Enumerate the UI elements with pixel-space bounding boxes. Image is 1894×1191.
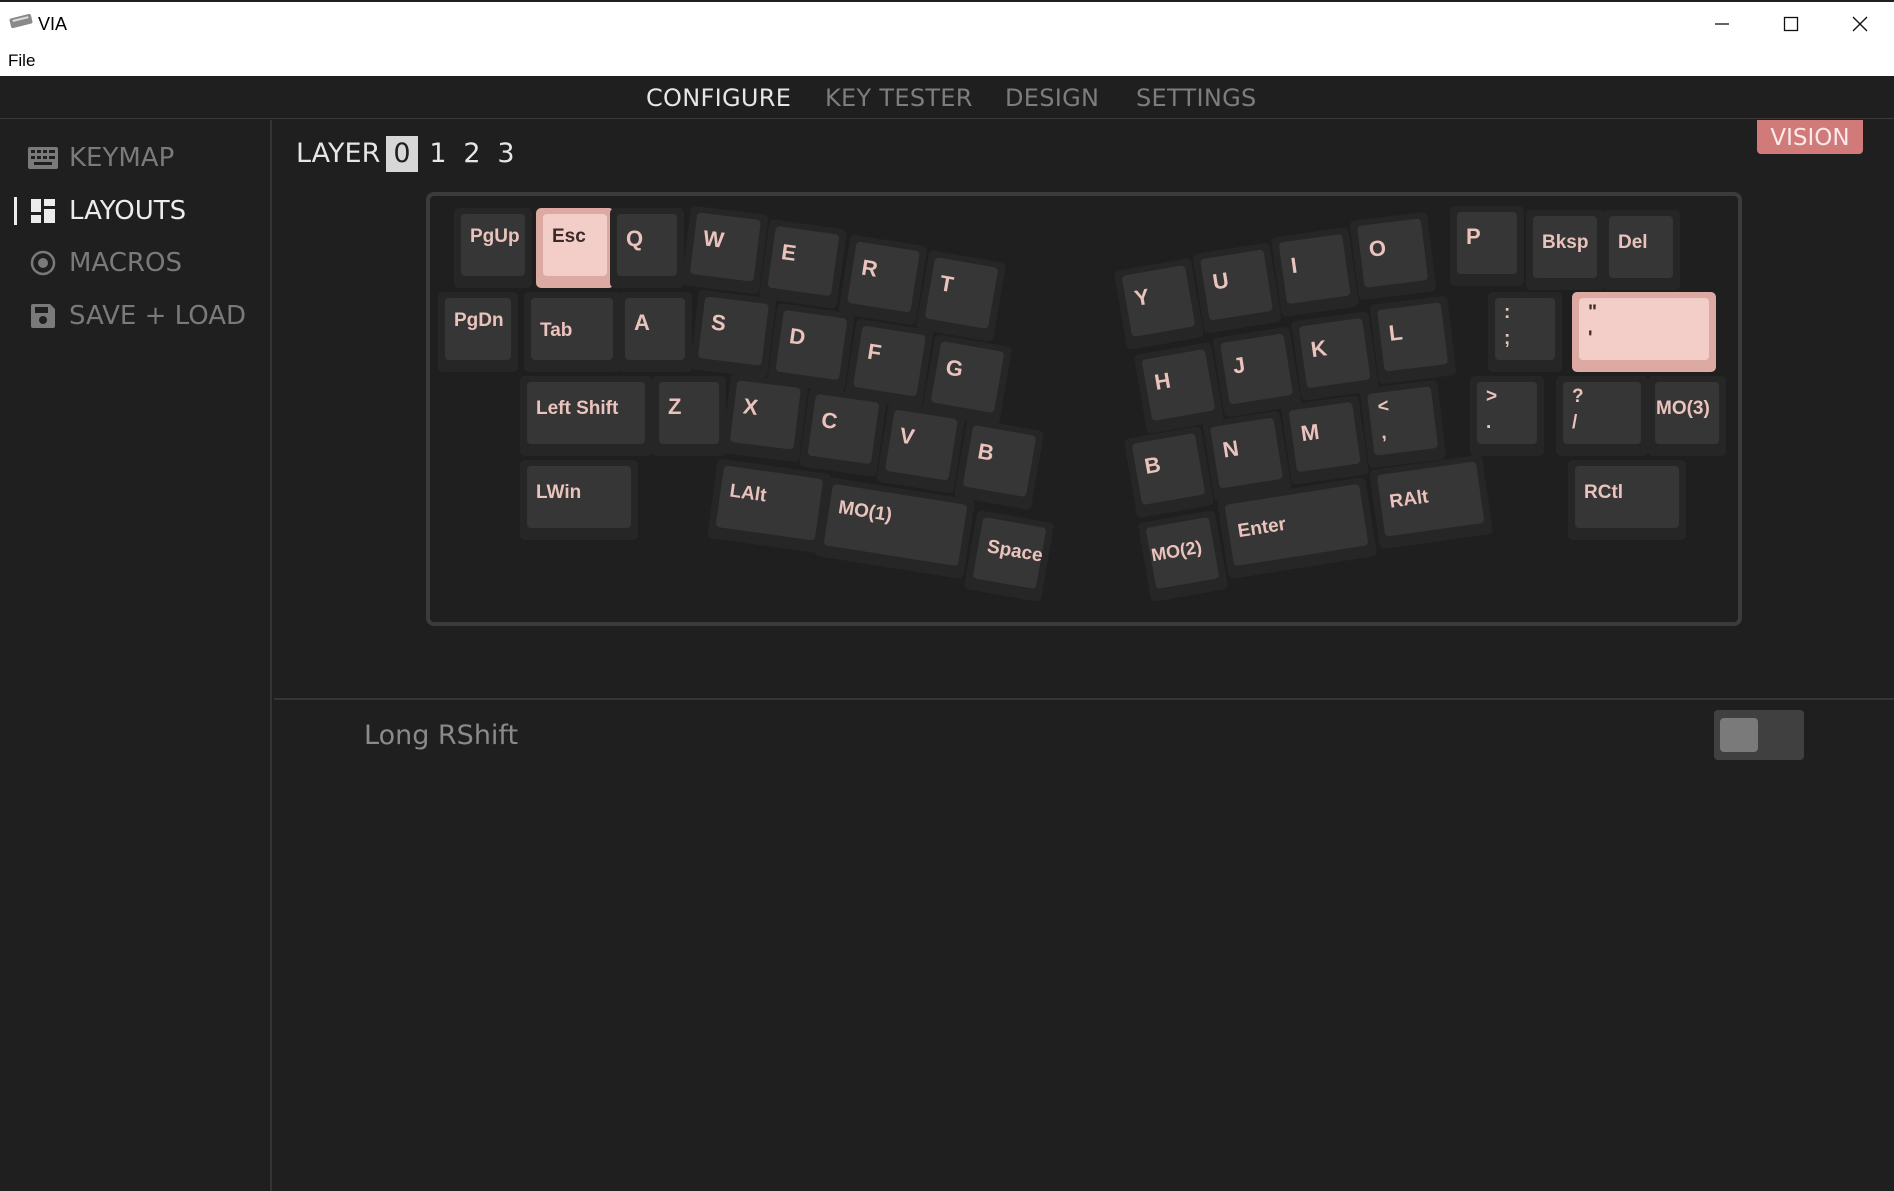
key-b-right[interactable]: B (1123, 425, 1215, 519)
top-nav: CONFIGURE KEY TESTER DESIGN SETTINGS (0, 76, 1894, 119)
key-pgdn[interactable]: PgDn (438, 292, 518, 372)
sidebar-item-layouts[interactable]: LAYOUTS (0, 189, 270, 233)
maximize-button[interactable] (1763, 2, 1819, 46)
key-n[interactable]: N (1202, 410, 1292, 502)
key-m[interactable]: M (1280, 394, 1370, 486)
key-c[interactable]: C (798, 386, 888, 478)
menu-file[interactable]: File (8, 51, 35, 71)
tab-key-tester[interactable]: KEY TESTER (825, 84, 973, 112)
key-q[interactable]: Q (610, 208, 684, 288)
key-b-left[interactable]: B (953, 417, 1045, 511)
layer-1-button[interactable]: 1 (422, 136, 454, 172)
record-icon (28, 248, 58, 278)
maximize-icon (1783, 16, 1799, 32)
key-e[interactable]: E (758, 218, 848, 310)
layer-2-button[interactable]: 2 (456, 136, 488, 172)
key-o[interactable]: O (1349, 211, 1437, 301)
key-space[interactable]: Space (963, 509, 1055, 603)
minimize-icon (1715, 23, 1729, 25)
minimize-button[interactable] (1694, 2, 1750, 46)
long-rshift-label: Long RShift (364, 720, 519, 751)
key-a[interactable]: A (618, 292, 692, 372)
key-lalt[interactable]: LAlt (706, 458, 832, 554)
sidebar-item-macros[interactable]: MACROS (0, 241, 270, 285)
key-bksp[interactable]: Bksp (1526, 210, 1604, 290)
tab-design[interactable]: DESIGN (1005, 84, 1099, 112)
key-w[interactable]: W (681, 205, 769, 295)
long-rshift-toggle[interactable] (1714, 710, 1804, 760)
key-del[interactable]: Del (1602, 210, 1680, 290)
keyboard-app-icon (9, 13, 33, 29)
keyboard-layout: PgUp Esc Q W E R T PgDn Tab A S D F G Le… (426, 192, 1742, 626)
layer-label: LAYER (296, 138, 381, 169)
save-icon (28, 301, 58, 331)
sidebar-item-keymap[interactable]: KEYMAP (0, 136, 270, 180)
sidebar-item-label: KEYMAP (69, 143, 175, 173)
layer-3-button[interactable]: 3 (490, 136, 522, 172)
keyboard-icon (28, 143, 58, 173)
title-bar: VIA (0, 0, 1894, 46)
key-t[interactable]: T (915, 249, 1007, 343)
sidebar: KEYMAP LAYOUTS MACROS SAVE + LOAD (0, 120, 272, 1191)
key-period[interactable]: > . (1470, 376, 1544, 456)
section-divider (274, 698, 1894, 700)
keyboard-name-badge: VISION (1757, 120, 1863, 154)
key-x[interactable]: X (721, 373, 809, 463)
key-rctl[interactable]: RCtl (1568, 460, 1686, 540)
key-pgup[interactable]: PgUp (454, 208, 532, 288)
tab-configure[interactable]: CONFIGURE (646, 84, 791, 112)
key-v[interactable]: V (876, 402, 966, 494)
sidebar-item-label: MACROS (69, 248, 182, 278)
key-i[interactable]: I (1270, 226, 1360, 318)
main-panel: LAYER 0 1 2 3 VISION PgUp Esc Q W E R T … (274, 120, 1894, 1191)
menu-bar: File (0, 46, 1894, 76)
key-y[interactable]: Y (1113, 257, 1205, 351)
close-button[interactable] (1832, 2, 1888, 46)
key-p[interactable]: P (1450, 206, 1524, 286)
key-mo3[interactable]: MO(3) (1648, 376, 1726, 456)
key-quote[interactable]: " ' (1572, 292, 1716, 372)
sidebar-item-label: LAYOUTS (69, 196, 187, 226)
key-semicolon[interactable]: : ; (1488, 292, 1562, 372)
key-l[interactable]: L (1369, 295, 1457, 385)
key-comma[interactable]: < , (1359, 379, 1447, 469)
key-left-shift[interactable]: Left Shift (520, 376, 652, 456)
key-r[interactable]: R (838, 234, 928, 326)
sidebar-item-label: SAVE + LOAD (69, 301, 247, 331)
close-icon (1852, 16, 1868, 32)
tab-settings[interactable]: SETTINGS (1136, 84, 1257, 112)
layer-0-button[interactable]: 0 (386, 136, 418, 172)
key-lwin[interactable]: LWin (520, 460, 638, 540)
toggle-knob (1720, 718, 1758, 752)
key-u[interactable]: U (1192, 242, 1282, 334)
sidebar-item-save-load[interactable]: SAVE + LOAD (0, 294, 270, 338)
dashboard-icon (28, 196, 58, 226)
key-ralt[interactable]: RAlt (1368, 454, 1494, 550)
key-mo2[interactable]: MO(2) (1137, 509, 1229, 603)
key-tab[interactable]: Tab (524, 292, 620, 372)
key-esc[interactable]: Esc (536, 208, 614, 288)
key-s[interactable]: S (689, 289, 777, 379)
window-title: VIA (38, 14, 68, 34)
key-slash[interactable]: ? / (1556, 376, 1648, 456)
key-z[interactable]: Z (652, 376, 726, 456)
